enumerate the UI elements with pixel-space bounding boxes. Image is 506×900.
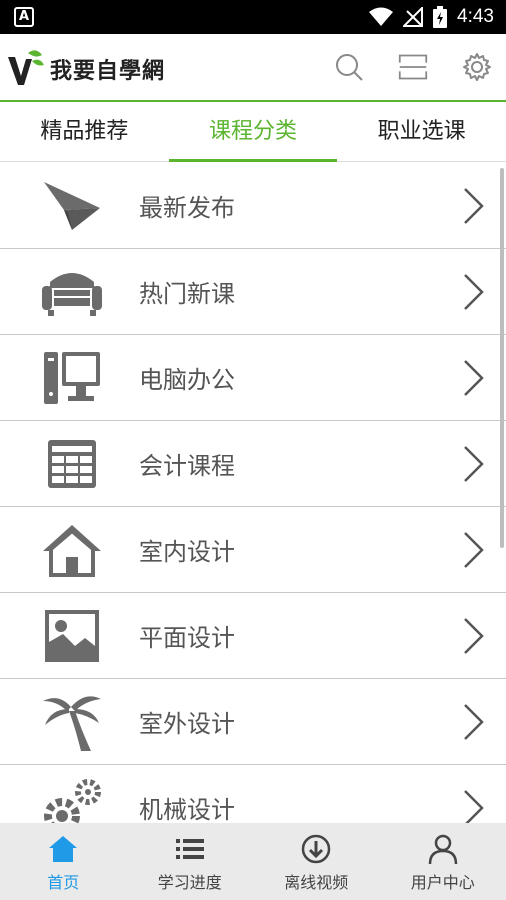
nav-progress[interactable]: 学习进度 <box>127 823 254 900</box>
list-scrollbar[interactable] <box>500 168 504 548</box>
home-icon <box>49 836 78 862</box>
signal-off-icon <box>403 7 424 27</box>
list-item-label: 热门新课 <box>139 280 235 308</box>
nav-label: 学习进度 <box>157 873 222 892</box>
user-icon <box>428 834 457 865</box>
list-item-label: 最新发布 <box>139 194 235 222</box>
settings-icon[interactable] <box>462 52 492 82</box>
chevron-right-icon <box>464 703 484 740</box>
scan-icon[interactable] <box>398 52 428 82</box>
list-item-graphic-design[interactable]: 平面设计 <box>0 593 506 679</box>
paper-plane-icon <box>44 181 100 230</box>
chevron-right-icon <box>464 789 484 823</box>
list-item-office[interactable]: 电脑办公 <box>0 335 506 421</box>
list-item-latest[interactable]: 最新发布 <box>0 163 506 249</box>
tab-career-courses[interactable]: 职业选课 <box>337 104 506 161</box>
logo-mark-icon <box>8 50 44 85</box>
list-item-mechanical-design[interactable]: 机械设计 <box>0 765 506 823</box>
nav-label: 首页 <box>47 873 80 892</box>
chevron-right-icon <box>464 359 484 396</box>
palm-tree-icon <box>43 695 101 751</box>
status-bar: A 4:43 <box>0 0 506 34</box>
nav-user-center[interactable]: 用户中心 <box>380 823 506 900</box>
chevron-right-icon <box>464 445 484 482</box>
list-item-label: 室内设计 <box>139 538 235 566</box>
list-item-label: 电脑办公 <box>139 366 235 394</box>
chevron-right-icon <box>464 273 484 310</box>
category-tabs: 精品推荐 课程分类 职业选课 <box>0 104 506 162</box>
list-item-label: 平面设计 <box>139 624 235 652</box>
list-item-hot[interactable]: 热门新课 <box>0 249 506 335</box>
tab-course-categories[interactable]: 课程分类 <box>168 104 338 162</box>
house-icon <box>43 524 101 577</box>
image-icon <box>45 609 99 662</box>
list-item-label: 机械设计 <box>139 796 235 823</box>
logo-text: 我要自學網 <box>50 59 166 84</box>
table-icon <box>48 439 96 488</box>
computer-icon <box>44 351 100 404</box>
nav-home[interactable]: 首页 <box>0 823 127 900</box>
nav-label: 用户中心 <box>410 873 475 892</box>
app-header: 我要自學網 <box>0 34 506 102</box>
list-item-label: 会计课程 <box>139 452 235 480</box>
chevron-right-icon <box>464 531 484 568</box>
list-icon <box>175 839 204 859</box>
search-icon[interactable] <box>334 52 364 82</box>
category-list: 最新发布 热门新课 电脑办公 会计课程 室内设计 平面设计 室外设计 机械设计 <box>0 163 506 823</box>
status-time: 4:43 <box>457 6 494 27</box>
list-item-interior-design[interactable]: 室内设计 <box>0 507 506 593</box>
tab-featured[interactable]: 精品推荐 <box>0 104 169 161</box>
gears-icon <box>44 778 101 823</box>
sofa-icon <box>42 272 102 316</box>
wifi-icon <box>369 7 394 26</box>
chevron-right-icon <box>464 617 484 654</box>
notification-icon: A <box>14 7 34 27</box>
list-item-accounting[interactable]: 会计课程 <box>0 421 506 507</box>
download-icon <box>302 834 331 864</box>
battery-icon <box>433 6 448 28</box>
app-logo: 我要自學網 <box>6 48 165 90</box>
nav-offline-video[interactable]: 离线视频 <box>253 823 380 900</box>
status-icons: 4:43 <box>369 0 494 34</box>
list-item-outdoor-design[interactable]: 室外设计 <box>0 679 506 765</box>
nav-label: 离线视频 <box>284 873 349 892</box>
bottom-nav: 首页 学习进度 离线视频 用户中心 <box>0 823 506 900</box>
chevron-right-icon <box>464 187 484 224</box>
list-item-label: 室外设计 <box>139 710 235 738</box>
